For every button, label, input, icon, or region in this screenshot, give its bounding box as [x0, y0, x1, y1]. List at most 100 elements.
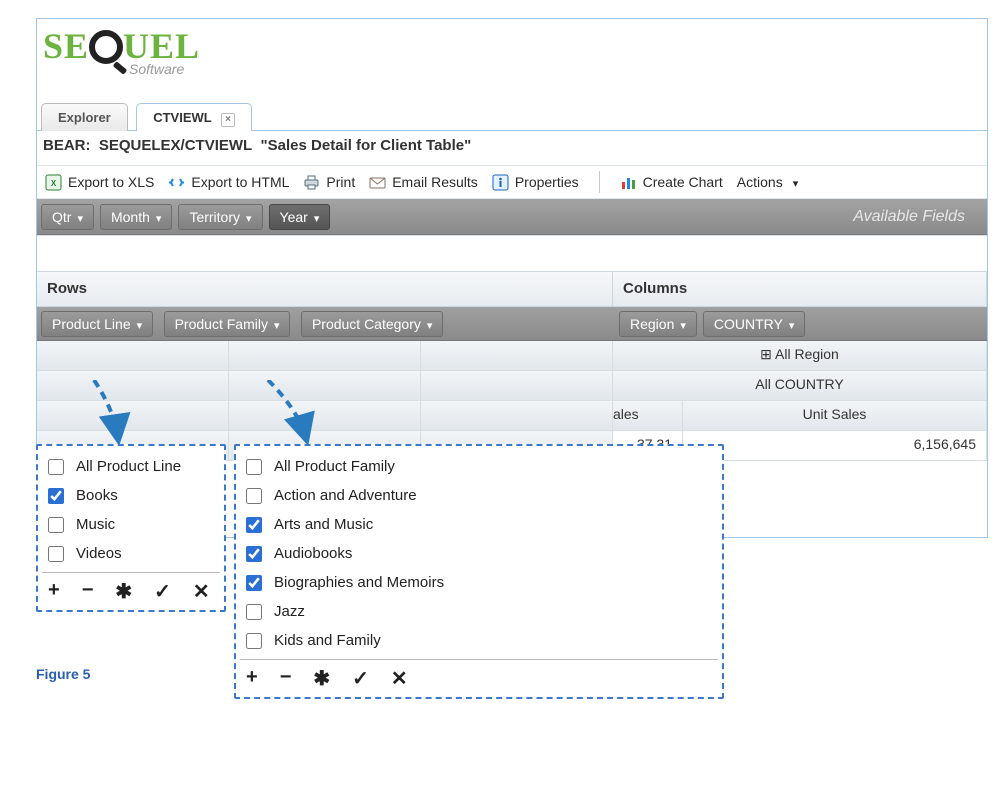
tab-label: CTVIEWL [153, 110, 211, 125]
row-dim-product-family[interactable]: Product Family [164, 311, 291, 337]
col-dim-region[interactable]: Region [619, 311, 697, 337]
checkbox[interactable] [246, 633, 262, 649]
filter-option[interactable]: All Product Line [46, 452, 216, 481]
invert-icon[interactable]: ✱ [313, 666, 330, 691]
close-icon[interactable]: × [221, 113, 235, 127]
path-prefix: BEAR: [43, 137, 91, 154]
rows-header: Rows [37, 272, 613, 306]
toolbar-label: Create Chart [643, 174, 723, 190]
pill-label: Product Category [312, 316, 421, 332]
html-icon [168, 174, 185, 191]
filter-option[interactable]: Action and Adventure [244, 481, 714, 510]
properties-button[interactable]: Properties [492, 174, 579, 191]
figure-label: Figure 5 [36, 666, 90, 682]
available-fields-bar: Qtr Month Territory Year Available Field… [37, 199, 987, 235]
pill-label: Region [630, 316, 674, 332]
email-results-button[interactable]: Email Results [369, 174, 478, 191]
print-button[interactable]: Print [303, 174, 355, 191]
tab-label: Explorer [58, 110, 111, 125]
tab-explorer[interactable]: Explorer [41, 103, 128, 131]
filter-option[interactable]: Arts and Music [244, 510, 714, 539]
toolbar: X Export to XLS Export to HTML Print Ema… [37, 165, 987, 199]
cancel-icon[interactable]: ✕ [193, 579, 210, 604]
pill-label: Product Family [175, 316, 268, 332]
tab-strip: Explorer CTVIEWL × [37, 101, 987, 131]
field-pill-year[interactable]: Year [269, 204, 331, 230]
path-bar: BEAR: SEQUELEX/CTVIEWL "Sales Detail for… [43, 137, 471, 154]
row-dim-product-category[interactable]: Product Category [301, 311, 443, 337]
path-desc: "Sales Detail for Client Table" [261, 137, 472, 154]
chevron-down-icon [314, 209, 320, 225]
filter-action-bar: + − ✱ ✓ ✕ [46, 575, 216, 606]
cancel-icon[interactable]: ✕ [391, 666, 408, 691]
filter-label: Biographies and Memoirs [274, 574, 444, 591]
svg-text:X: X [51, 179, 57, 188]
email-icon [369, 174, 386, 191]
row-dim-product-line[interactable]: Product Line [41, 311, 153, 337]
chevron-down-icon [789, 316, 795, 332]
filter-action-bar: + − ✱ ✓ ✕ [244, 662, 714, 693]
filter-label: Audiobooks [274, 545, 352, 562]
magnifier-icon [89, 25, 123, 67]
filter-option[interactable]: Kids and Family [244, 626, 714, 655]
checkbox[interactable] [246, 459, 262, 475]
create-chart-button[interactable]: Create Chart [620, 174, 723, 191]
checkbox[interactable] [48, 459, 64, 475]
field-pill-month[interactable]: Month [100, 204, 172, 230]
toolbar-label: Export to XLS [68, 174, 154, 190]
filter-label: Kids and Family [274, 632, 381, 649]
checkbox[interactable] [246, 575, 262, 591]
pill-label: Month [111, 209, 150, 225]
chevron-down-icon [246, 209, 252, 225]
filter-option[interactable]: All Product Family [244, 452, 714, 481]
toolbar-label: Properties [515, 174, 579, 190]
data-value-2: 6,156,645 [683, 431, 987, 460]
pill-label: Product Line [52, 316, 131, 332]
checkbox[interactable] [246, 517, 262, 533]
deselect-all-icon[interactable]: − [82, 579, 94, 604]
filter-label: Arts and Music [274, 516, 373, 533]
filter-label: Music [76, 516, 115, 533]
pill-label: COUNTRY [714, 316, 783, 332]
tab-ctviewl[interactable]: CTVIEWL × [136, 103, 252, 131]
checkbox[interactable] [48, 517, 64, 533]
available-fields-label: Available Fields [853, 208, 983, 226]
checkbox[interactable] [246, 546, 262, 562]
toolbar-label: Email Results [392, 174, 478, 190]
toolbar-separator [599, 171, 600, 193]
invert-icon[interactable]: ✱ [115, 579, 132, 604]
path-value: SEQUELEX/CTVIEWL [99, 137, 252, 154]
checkbox[interactable] [246, 488, 262, 504]
select-all-icon[interactable]: + [48, 579, 60, 604]
export-html-button[interactable]: Export to HTML [168, 174, 289, 191]
filter-label: Action and Adventure [274, 487, 417, 504]
export-xls-button[interactable]: X Export to XLS [45, 174, 154, 191]
print-icon [303, 174, 320, 191]
filter-option[interactable]: Books [46, 481, 216, 510]
col-all-region[interactable]: ⊞ All Region [613, 341, 987, 370]
checkbox[interactable] [246, 604, 262, 620]
apply-icon[interactable]: ✓ [352, 666, 369, 691]
filter-option[interactable]: Audiobooks [244, 539, 714, 568]
filter-option[interactable]: Biographies and Memoirs [244, 568, 714, 597]
col-measure-1: ales [613, 401, 683, 430]
deselect-all-icon[interactable]: − [280, 666, 292, 691]
col-dim-country[interactable]: COUNTRY [703, 311, 806, 337]
checkbox[interactable] [48, 488, 64, 504]
chart-icon [620, 174, 637, 191]
select-all-icon[interactable]: + [246, 666, 258, 691]
apply-icon[interactable]: ✓ [154, 579, 171, 604]
checkbox[interactable] [48, 546, 64, 562]
divider [42, 572, 220, 573]
filter-option[interactable]: Jazz [244, 597, 714, 626]
divider [240, 659, 718, 660]
actions-dropdown[interactable]: Actions [737, 174, 798, 190]
filter-option[interactable]: Videos [46, 539, 216, 568]
field-pill-territory[interactable]: Territory [178, 204, 262, 230]
col-all-country[interactable]: All COUNTRY [613, 371, 987, 400]
field-pill-qtr[interactable]: Qtr [41, 204, 94, 230]
filter-option[interactable]: Music [46, 510, 216, 539]
pill-label: Qtr [52, 209, 71, 225]
filter-label: All Product Family [274, 458, 395, 475]
columns-header: Columns [613, 272, 987, 306]
